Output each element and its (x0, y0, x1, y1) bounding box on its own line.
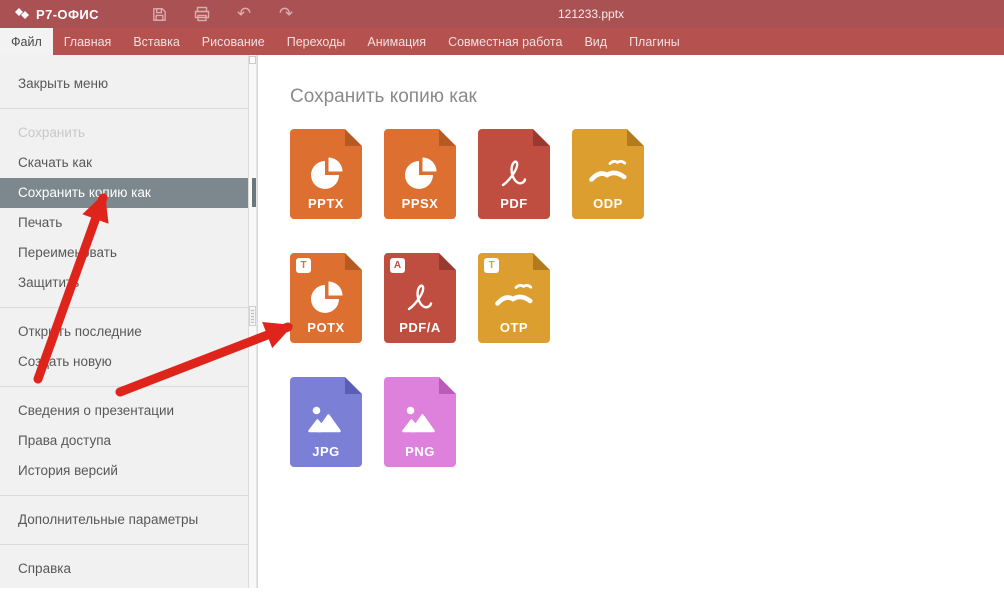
panel-heading: Сохранить копию как (290, 86, 1004, 108)
folded-corner (439, 377, 456, 394)
format-tile-png[interactable]: PNG (384, 377, 456, 467)
format-tile-pptx[interactable]: PPTX (290, 129, 362, 219)
menu-group: Открыть последние Создать новую (0, 307, 250, 386)
tab-home[interactable]: Главная (53, 28, 123, 55)
scrollbar-thumb[interactable] (249, 306, 256, 326)
folded-corner (533, 129, 550, 146)
menu-item-rename[interactable]: Переименовать (0, 238, 250, 268)
menu-group: Сведения о презентации Права доступа Ист… (0, 386, 250, 495)
format-label: OTP (478, 320, 550, 335)
save-button[interactable] (151, 5, 169, 23)
format-tile-odp[interactable]: ODP (572, 129, 644, 219)
app-logo-text: Р7-ОФИС (36, 7, 99, 22)
r7-diamond-icon (14, 6, 30, 22)
format-tile-ppsx[interactable]: PPSX (384, 129, 456, 219)
folded-corner (345, 377, 362, 394)
file-menu-layout: Закрыть меню Сохранить Скачать как Сохра… (0, 55, 1004, 588)
menu-item-presentation-info[interactable]: Сведения о презентации (0, 396, 250, 426)
menu-item-advanced-settings[interactable]: Дополнительные параметры (0, 505, 250, 535)
menu-item-save-copy-as[interactable]: Сохранить копию как (0, 178, 250, 208)
scrollbar-top-cap (249, 56, 256, 64)
format-label: PNG (384, 444, 456, 459)
pie-chart-icon (306, 153, 346, 193)
image-icon (400, 401, 440, 441)
tab-plugins[interactable]: Плагины (618, 28, 691, 55)
floppy-icon (151, 6, 168, 23)
tab-insert[interactable]: Вставка (122, 28, 190, 55)
folded-corner (627, 129, 644, 146)
pie-chart-icon (400, 153, 440, 193)
menu-item-protect[interactable]: Защитить (0, 268, 250, 298)
menu-group: Справка (0, 544, 250, 593)
top-bar: Р7-ОФИС ↶ ↷ 121233.pptx (0, 0, 1004, 28)
template-badge: T (296, 258, 311, 273)
image-icon (306, 401, 346, 441)
menu-item-download-as[interactable]: Скачать как (0, 148, 250, 178)
seagulls-icon (588, 153, 628, 193)
printer-icon (193, 5, 211, 23)
print-button[interactable] (193, 5, 211, 23)
menu-item-close-menu[interactable]: Закрыть меню (0, 69, 250, 99)
format-label: JPG (290, 444, 362, 459)
tab-transitions[interactable]: Переходы (276, 28, 357, 55)
format-label: POTX (290, 320, 362, 335)
folded-corner (439, 253, 456, 270)
sidebar-scrollbar[interactable] (248, 55, 257, 588)
scrollbar-highlight-notch (252, 178, 256, 207)
format-tile-jpg[interactable]: JPG (290, 377, 362, 467)
menu-item-print[interactable]: Печать (0, 208, 250, 238)
template-badge: T (484, 258, 499, 273)
format-label: PPTX (290, 196, 362, 211)
tab-animation[interactable]: Анимация (356, 28, 437, 55)
app-logo: Р7-ОФИС (14, 6, 99, 22)
menu-item-access-rights[interactable]: Права доступа (0, 426, 250, 456)
seagulls-icon (494, 277, 534, 317)
document-title: 121233.pptx (558, 0, 624, 28)
format-label: ODP (572, 196, 644, 211)
menu-item-create-new[interactable]: Создать новую (0, 347, 250, 377)
file-menu-list: Закрыть меню Сохранить Скачать как Сохра… (0, 55, 250, 593)
format-tile-pdfa[interactable]: A PDF/A (384, 253, 456, 343)
format-label: PDF (478, 196, 550, 211)
save-copy-panel: Сохранить копию как PPTX PPSX PDF ODP (258, 55, 1004, 588)
tab-file[interactable]: Файл (0, 28, 53, 55)
menu-group: Сохранить Скачать как Сохранить копию ка… (0, 108, 250, 307)
format-label: PDF/A (384, 320, 456, 335)
folded-corner (533, 253, 550, 270)
format-tile-potx[interactable]: T POTX (290, 253, 362, 343)
menu-item-open-recent[interactable]: Открыть последние (0, 317, 250, 347)
file-menu-sidebar: Закрыть меню Сохранить Скачать как Сохра… (0, 55, 258, 588)
tab-draw[interactable]: Рисование (191, 28, 276, 55)
menu-item-save: Сохранить (0, 118, 250, 148)
folded-corner (345, 129, 362, 146)
undo-arrow-icon: ↶ (237, 5, 251, 23)
adobe-pdf-icon (400, 277, 440, 317)
archive-badge: A (390, 258, 405, 273)
menu-item-help[interactable]: Справка (0, 554, 250, 584)
ribbon-tab-bar: Файл Главная Вставка Рисование Переходы … (0, 28, 1004, 55)
menu-group: Закрыть меню (0, 55, 250, 108)
format-tile-pdf[interactable]: PDF (478, 129, 550, 219)
adobe-pdf-icon (494, 153, 534, 193)
redo-arrow-icon: ↷ (279, 5, 293, 23)
folded-corner (345, 253, 362, 270)
menu-item-version-history[interactable]: История версий (0, 456, 250, 486)
format-label: PPSX (384, 196, 456, 211)
format-row-2: T POTX A PDF/A T OTP (290, 253, 1004, 343)
format-row-3: JPG PNG (290, 377, 1004, 467)
format-row-1: PPTX PPSX PDF ODP (290, 129, 1004, 219)
format-tile-otp[interactable]: T OTP (478, 253, 550, 343)
undo-button[interactable]: ↶ (235, 5, 253, 23)
tab-collaboration[interactable]: Совместная работа (437, 28, 573, 55)
quick-actions: ↶ ↷ (151, 5, 295, 23)
tab-view[interactable]: Вид (573, 28, 618, 55)
pie-chart-icon (306, 277, 346, 317)
menu-group: Дополнительные параметры (0, 495, 250, 544)
folded-corner (439, 129, 456, 146)
redo-button[interactable]: ↷ (277, 5, 295, 23)
